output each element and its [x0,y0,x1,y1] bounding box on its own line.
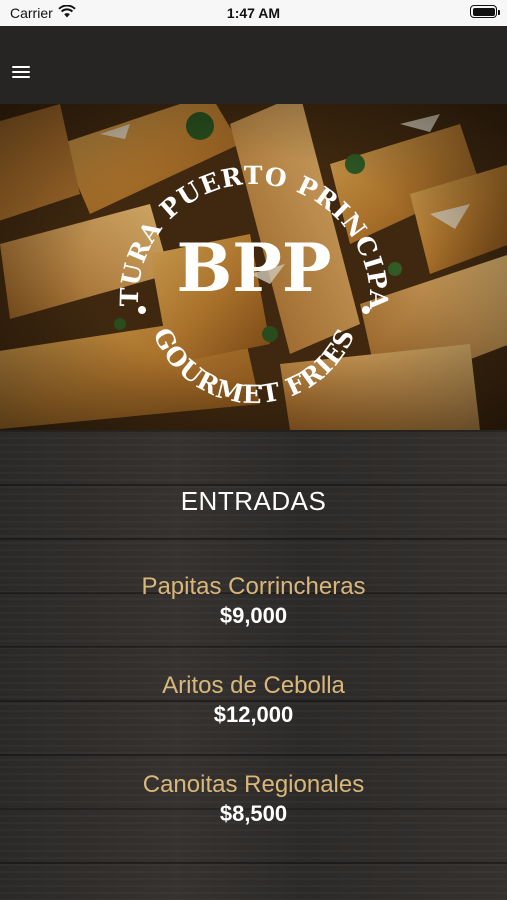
battery-icon [470,5,500,18]
logo-dot-right [362,306,370,314]
bpp-logo: BTURA PUERTO PRINCIPAL GOURMET FRIES BPP [0,104,392,409]
svg-text:GOURMET FRIES: GOURMET FRIES [147,323,360,409]
status-time: 1:47 AM [226,5,281,21]
nav-bar [0,26,507,104]
menu-item-name: Canoitas Regionales [142,771,365,798]
menu-item-name: Aritos de Cebolla [162,672,345,699]
menu-item-price: $8,500 [219,801,288,826]
hamburger-menu-icon[interactable] [12,66,32,82]
menu-item[interactable]: Papitas Corrincheras $9,000 [0,572,507,630]
hero-banner: BTURA PUERTO PRINCIPAL GOURMET FRIES BPP [0,104,507,430]
logo-arc-bottom-text: GOURMET FRIES [147,323,359,409]
menu-section: ENTRADAS Papitas Corrincheras $9,000 Ari… [0,430,507,900]
menu-item[interactable]: Canoitas Regionales $8,500 [0,770,507,828]
menu-item-price: $12,000 [213,702,294,727]
logo-dot-left [138,306,146,314]
status-bar: Carrier 1:47 AM [0,0,507,26]
logo-monogram: BPP [176,229,331,307]
menu-item-name: Papitas Corrincheras [141,573,366,600]
section-title: ENTRADAS [180,486,327,516]
menu-item[interactable]: Aritos de Cebolla $12,000 [0,671,507,729]
menu-item-price: $9,000 [219,603,288,628]
